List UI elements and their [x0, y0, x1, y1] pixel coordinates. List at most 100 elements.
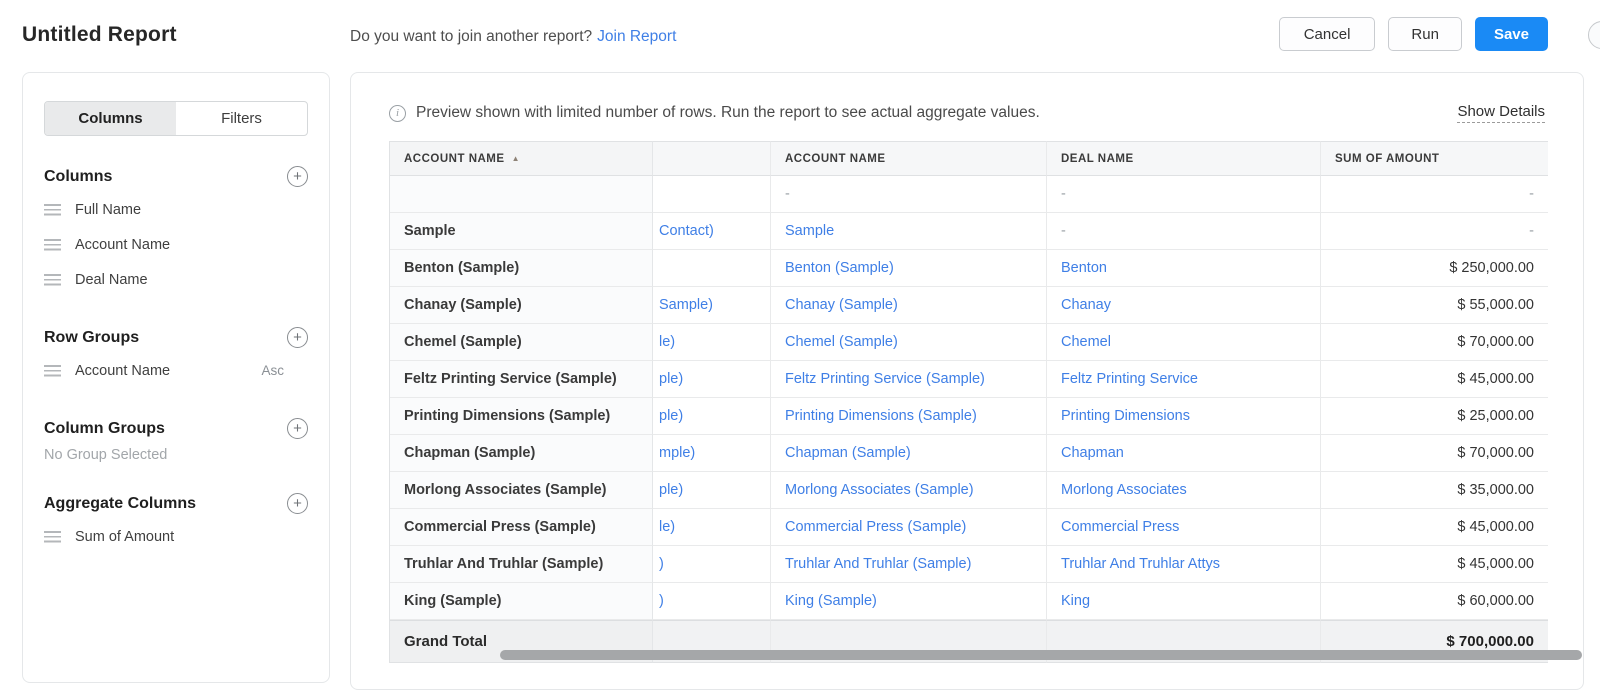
deal-name-cell: Morlong Associates — [1047, 472, 1321, 509]
row-group-cell: Feltz Printing Service (Sample) — [390, 361, 653, 398]
sort-order-toggle[interactable]: Asc — [261, 363, 284, 378]
row-groups-section: Row Groups + Account Name Asc — [44, 327, 308, 388]
deal-name-cell: Chapman — [1047, 435, 1321, 472]
column-groups-section: Column Groups + No Group Selected — [44, 418, 308, 463]
sidebar-field-item[interactable]: Deal Name — [44, 262, 308, 297]
preview-table: ACCOUNT NAME ▲ ACCOUNT NAME DEAL NAME SU… — [389, 141, 1582, 663]
no-group-selected-text: No Group Selected — [44, 447, 168, 463]
report-config-sidebar: Columns Filters Columns + Full Name Accou… — [22, 72, 330, 683]
tab-columns[interactable]: Columns — [45, 102, 176, 135]
row-group-cell: Commercial Press (Sample) — [390, 509, 653, 546]
join-prompt-text: Do you want to join another report? — [350, 28, 593, 45]
run-button[interactable]: Run — [1388, 17, 1462, 51]
header-hidden-column[interactable] — [653, 141, 771, 176]
header-account-name-group[interactable]: ACCOUNT NAME ▲ — [390, 141, 653, 176]
row-group-cell: Morlong Associates (Sample) — [390, 472, 653, 509]
amount-cell: $ 250,000.00 — [1321, 250, 1548, 287]
account-name-cell: Benton (Sample) — [771, 250, 1047, 287]
deal-name-cell: Benton — [1047, 250, 1321, 287]
row-group-cell: Chemel (Sample) — [390, 324, 653, 361]
hidden-column-cell: le) — [653, 509, 771, 546]
aggregate-list: Sum of Amount — [44, 519, 308, 554]
field-label: Sum of Amount — [75, 528, 175, 545]
table-header-row: ACCOUNT NAME ▲ ACCOUNT NAME DEAL NAME SU… — [390, 141, 1548, 176]
amount-cell: $ 45,000.00 — [1321, 546, 1548, 583]
sort-asc-icon: ▲ — [511, 154, 520, 163]
add-row-group-icon[interactable]: + — [287, 327, 308, 348]
amount-cell: $ 70,000.00 — [1321, 324, 1548, 361]
drag-handle-icon[interactable] — [44, 273, 61, 286]
table-row: Morlong Associates (Sample) ple) Morlong A… — [390, 472, 1548, 509]
deal-name-cell: Chanay — [1047, 287, 1321, 324]
account-name-cell: Morlong Associates (Sample) — [771, 472, 1047, 509]
add-column-icon[interactable]: + — [287, 166, 308, 187]
hidden-column-cell: ) — [653, 546, 771, 583]
preview-info-text: Preview shown with limited number of row… — [416, 104, 1040, 121]
tab-filters[interactable]: Filters — [176, 102, 307, 135]
report-preview-panel: i Preview shown with limited number of r… — [350, 72, 1584, 690]
header-sum-of-amount[interactable]: SUM OF AMOUNT — [1321, 141, 1548, 176]
sidebar-field-item[interactable]: Sum of Amount — [44, 519, 308, 554]
join-report-link[interactable]: Join Report — [597, 28, 676, 45]
drag-handle-icon[interactable] — [44, 530, 61, 543]
info-icon: i — [389, 104, 406, 122]
amount-cell: $ 55,000.00 — [1321, 287, 1548, 324]
columns-section-title: Columns — [44, 167, 113, 185]
deal-name-cell: Printing Dimensions — [1047, 398, 1321, 435]
table-row: Printing Dimensions (Sample) ple) Printing… — [390, 398, 1548, 435]
top-bar: Untitled Report Do you want to join anot… — [0, 0, 1600, 72]
deal-name-cell: Truhlar And Truhlar Attys — [1047, 546, 1321, 583]
hidden-column-cell: ple) — [653, 472, 771, 509]
hidden-column-cell: ) — [653, 583, 771, 620]
header-account-name[interactable]: ACCOUNT NAME — [771, 141, 1047, 176]
deal-name-cell: Commercial Press — [1047, 509, 1321, 546]
header-deal-name[interactable]: DEAL NAME — [1047, 141, 1321, 176]
hidden-column-cell: Sample) — [653, 287, 771, 324]
account-name-cell: Truhlar And Truhlar (Sample) — [771, 546, 1047, 583]
row-group-cell: King (Sample) — [390, 583, 653, 620]
amount-cell: $ 45,000.00 — [1321, 361, 1548, 398]
field-label: Full Name — [75, 201, 142, 218]
table-row: Feltz Printing Service (Sample) ple) Feltz… — [390, 361, 1548, 398]
aggregate-section-title: Aggregate Columns — [44, 494, 197, 512]
show-details-link[interactable]: Show Details — [1457, 103, 1545, 123]
amount-cell: - — [1321, 213, 1548, 250]
hidden-column-cell: ple) — [653, 361, 771, 398]
account-name-cell: Chapman (Sample) — [771, 435, 1047, 472]
drag-handle-icon[interactable] — [44, 203, 61, 216]
account-name-cell: Feltz Printing Service (Sample) — [771, 361, 1047, 398]
sidebar-field-item[interactable]: Account Name Asc — [44, 353, 308, 388]
horizontal-scrollbar-thumb[interactable] — [500, 650, 1582, 660]
page-title: Untitled Report — [22, 23, 177, 46]
account-name-cell: Chemel (Sample) — [771, 324, 1047, 361]
row-group-cell: Truhlar And Truhlar (Sample) — [390, 546, 653, 583]
table-row: Chemel (Sample) le) Chemel (Sample) Chemel $… — [390, 324, 1548, 361]
row-group-cell: Printing Dimensions (Sample) — [390, 398, 653, 435]
sidebar-field-item[interactable]: Full Name — [44, 192, 308, 227]
preview-info-row: i Preview shown with limited number of r… — [389, 103, 1545, 123]
row-group-cell: Sample — [390, 213, 653, 250]
amount-cell: - — [1321, 176, 1548, 213]
table-row: Commercial Press (Sample) le) Commercial P… — [390, 509, 1548, 546]
sidebar-field-item[interactable]: Account Name — [44, 227, 308, 262]
table-row: Benton (Sample) Benton (Sample) Benton $ 25… — [390, 250, 1548, 287]
table-row: Sample Contact) Sample - - — [390, 213, 1548, 250]
hidden-column-cell — [653, 176, 771, 213]
account-name-cell: Printing Dimensions (Sample) — [771, 398, 1047, 435]
drag-handle-icon[interactable] — [44, 238, 61, 251]
column-groups-section-title: Column Groups — [44, 419, 165, 437]
row-groups-section-title: Row Groups — [44, 328, 140, 346]
add-aggregate-icon[interactable]: + — [287, 493, 308, 514]
table-row: --- — [390, 176, 1548, 213]
table-row: Truhlar And Truhlar (Sample)) Truhlar And… — [390, 546, 1548, 583]
amount-cell: $ 60,000.00 — [1321, 583, 1548, 620]
hidden-column-cell: ple) — [653, 398, 771, 435]
drag-handle-icon[interactable] — [44, 364, 61, 377]
deal-name-cell: Feltz Printing Service — [1047, 361, 1321, 398]
save-button[interactable]: Save — [1474, 17, 1548, 51]
add-column-group-icon[interactable]: + — [287, 418, 308, 439]
overflow-icon[interactable] — [1588, 21, 1600, 49]
row-groups-list: Account Name Asc — [44, 353, 308, 388]
cancel-button[interactable]: Cancel — [1278, 17, 1376, 51]
hidden-column-cell: le) — [653, 324, 771, 361]
